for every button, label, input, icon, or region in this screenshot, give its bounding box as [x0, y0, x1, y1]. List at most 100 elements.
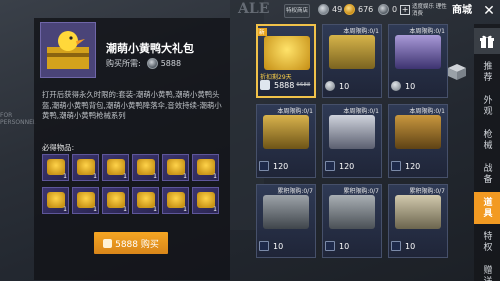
gold-coin-icon [344, 4, 355, 15]
premium-crate-icon [395, 35, 441, 69]
bundle-header: 潮萌小黄鸭大礼包 购买所需: 5888 [40, 22, 226, 86]
crate-icon[interactable] [446, 62, 472, 82]
item-quantity: 1 [63, 173, 67, 180]
purchase-limit: 累积限购:0/7 [277, 188, 313, 195]
voucher-icon [259, 241, 269, 251]
price-value: 10 [339, 81, 350, 91]
silver-coin-icon [391, 81, 401, 91]
content-item[interactable]: 1 [132, 187, 159, 214]
nav-gift[interactable]: 赠送 [474, 260, 500, 281]
privilege-badge[interactable]: 特权商店 [284, 4, 310, 18]
card-price: 10 [325, 77, 379, 95]
card-price: 120 [259, 157, 313, 175]
product-card[interactable]: 本周限购:0/1 10 [388, 24, 448, 98]
nav-weapons[interactable]: 枪械 [474, 124, 500, 156]
uc-currency: 0 + [378, 4, 411, 15]
product-card[interactable]: 新 折扣剩29天 5888 6688 [256, 24, 316, 98]
silver-amount: 49 [332, 5, 343, 14]
item-quantity: 1 [63, 206, 67, 213]
price-value: 120 [273, 161, 289, 171]
silver-coin-icon [325, 81, 335, 91]
content-item[interactable]: 1 [102, 154, 129, 181]
contents-heading: 必得物品: [42, 143, 75, 152]
bundle-title: 潮萌小黄鸭大礼包 [106, 42, 194, 55]
close-icon[interactable]: ✕ [480, 2, 498, 20]
price-label: 购买所需: [106, 59, 141, 68]
silver-currency: 49 [318, 4, 342, 15]
item-quantity: 1 [153, 173, 157, 180]
page-title: 商城 [452, 5, 472, 16]
bundle-detail-panel: 潮萌小黄鸭大礼包 购买所需: 5888 打开后获得永久时限的:套装-潮萌小黄鸭,… [34, 18, 230, 280]
gold-amount: 676 [358, 5, 374, 14]
voucher-icon [391, 161, 401, 171]
card-price: 10 [325, 237, 379, 255]
silver-coin-icon [318, 4, 329, 15]
item-quantity: 1 [93, 173, 97, 180]
buy-button[interactable]: 5888 购买 [94, 232, 168, 254]
uc-icon [260, 80, 270, 90]
uc-coin-icon [378, 4, 389, 15]
bundle-price: 购买所需: 5888 [106, 58, 181, 69]
price-value: 120 [339, 161, 355, 171]
nav-supplies[interactable]: 战备 [474, 158, 500, 190]
uc-amount: 0 [392, 5, 398, 14]
content-item[interactable]: 1 [102, 187, 129, 214]
product-card[interactable]: 累积限购:0/7 10 [388, 184, 448, 258]
purchase-limit: 累积限购:0/7 [409, 188, 445, 195]
price-value: 10 [405, 81, 416, 91]
card-price: 10 [391, 237, 445, 255]
product-card[interactable]: 累积限购:0/7 10 [322, 184, 382, 258]
content-item[interactable]: 1 [162, 187, 189, 214]
price-value: 120 [405, 161, 421, 171]
card-price: 10 [391, 77, 445, 95]
content-item[interactable]: 1 [42, 154, 69, 181]
product-card[interactable]: 本周限购:0/1 10 [322, 24, 382, 98]
purchase-limit: 本周限购:0/1 [277, 108, 313, 115]
product-card[interactable]: 本周限购:0/1 120 [256, 104, 316, 178]
voucher-icon [325, 241, 335, 251]
duck-bundle-icon [264, 36, 310, 70]
card-price: 120 [391, 157, 445, 175]
vehicle-skin-icon [263, 195, 309, 229]
side-nav: 推荐 外观 枪械 战备 道具 特权 赠送 [474, 24, 500, 281]
item-quantity: 1 [213, 173, 217, 180]
product-card[interactable]: 累积限购:0/7 10 [256, 184, 316, 258]
item-quantity: 1 [183, 173, 187, 180]
gift-icon[interactable] [474, 28, 500, 54]
bundle-thumbnail [40, 22, 96, 78]
card-price: 120 [325, 157, 379, 175]
item-quantity: 1 [213, 206, 217, 213]
content-item[interactable]: 1 [132, 154, 159, 181]
item-quantity: 1 [153, 206, 157, 213]
content-item[interactable]: 1 [72, 154, 99, 181]
bronze-chest-icon [395, 115, 441, 149]
item-quantity: 1 [123, 173, 127, 180]
product-card[interactable]: 本周限购:0/1 120 [322, 104, 382, 178]
nav-recommend[interactable]: 推荐 [474, 56, 500, 88]
add-currency-button[interactable]: + [400, 4, 411, 15]
price-value: 10 [405, 241, 416, 251]
product-card[interactable]: 本周限购:0/1 120 [388, 104, 448, 178]
nav-items[interactable]: 道具 [474, 192, 500, 224]
purchase-limit: 累积限购:0/7 [343, 188, 379, 195]
nav-privilege[interactable]: 特权 [474, 226, 500, 258]
purchase-limit: 本周限购:0/1 [409, 28, 445, 35]
content-item[interactable]: 1 [192, 154, 219, 181]
supply-crate-icon [329, 35, 375, 69]
nav-appearance[interactable]: 外观 [474, 90, 500, 122]
content-item[interactable]: 1 [192, 187, 219, 214]
content-item[interactable]: 1 [72, 187, 99, 214]
contents-grid: 1 1 1 1 1 1 1 1 1 1 1 1 [42, 154, 224, 214]
item-quantity: 1 [93, 206, 97, 213]
price-value: 10 [273, 241, 284, 251]
content-item[interactable]: 1 [162, 154, 189, 181]
price-value: 5888 [274, 80, 295, 90]
background-sign-2: FOR PERSONNEL [0, 112, 37, 126]
vehicle-skin-icon [329, 195, 375, 229]
uc-icon [146, 58, 158, 69]
content-item[interactable]: 1 [42, 187, 69, 214]
uc-icon [103, 238, 113, 248]
silver-chest-icon [329, 115, 375, 149]
bundle-description: 打开后获得永久时限的:套装-潮萌小黄鸭,潮萌小黄鸭头盔,潮萌小黄鸭背包,潮萌小黄… [42, 90, 222, 120]
card-price: 5888 6688 [260, 76, 312, 94]
